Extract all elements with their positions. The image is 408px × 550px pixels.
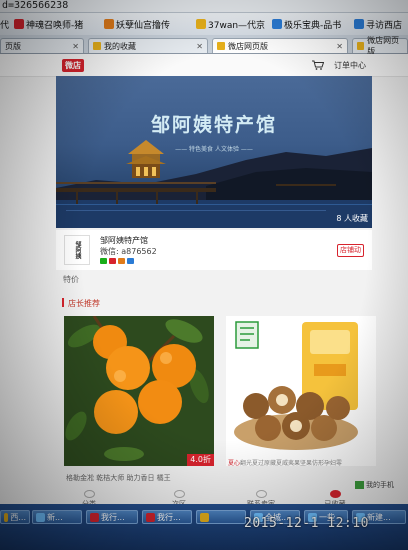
qq-icon[interactable] — [127, 258, 134, 264]
taskbar-item[interactable]: 新... — [32, 510, 82, 524]
product-card[interactable]: 4.0折 — [64, 316, 214, 466]
product-caption[interactable]: 格勒金凇 乾桔大师 助力香日 橘王 — [66, 473, 171, 483]
section-marker — [62, 298, 64, 307]
photo-timestamp: 2015-12-1 12:10 — [244, 516, 369, 531]
page: 微店 订单中心 邹阿姨特产馆 —— 特色美食 人文体验 —— 8 人收藏 邹阿姨… — [0, 54, 408, 508]
tab-favicon — [217, 42, 225, 50]
taskbar-label: 我行... — [157, 512, 181, 522]
tab-favicon — [93, 42, 101, 50]
share-icon[interactable] — [118, 258, 125, 264]
product-caption[interactable]: 夏心翻光夏过原藏夏威夷果坚果仿形孕妇零 — [228, 460, 368, 467]
tab-label: 我的收藏 — [104, 41, 136, 51]
bookmark-label: 神魂召唤师-猪 — [26, 20, 84, 31]
bookmark-label: 妖孽仙宫撸传 — [116, 20, 171, 31]
app-icon — [4, 512, 9, 522]
bookmark-item[interactable]: 极乐宝典-品书 — [272, 17, 341, 31]
taskbar-item[interactable]: 我行... — [142, 510, 192, 524]
bookmark-label: 寻访西店 — [366, 20, 403, 31]
shop-news-button[interactable]: 店铺动 — [337, 244, 364, 257]
shop-name: 邹阿姨特产馆 — [100, 236, 148, 245]
shop-profile: 邹阿姨 邹阿姨特产馆 微信: a876562 店铺动 — [56, 230, 372, 270]
bookmark-icon — [354, 19, 364, 29]
taskbar-item[interactable] — [196, 510, 246, 524]
bookmark-icon — [272, 19, 282, 29]
recommend-title: 店长推荐 — [68, 299, 100, 308]
bookmark-icon — [104, 19, 114, 29]
region-icon — [173, 490, 185, 498]
wechat-id: 微信: a876562 — [100, 247, 157, 256]
close-icon[interactable]: ✕ — [72, 42, 79, 51]
bookmark-label: 极乐宝典-品书 — [284, 20, 342, 31]
screen: d=326566238 代 神魂召唤师-猪 妖孽仙宫撸传 37wan—代京 极乐… — [0, 0, 408, 550]
tab-item[interactable]: 微店网页版 — [352, 36, 408, 56]
discount-badge: 4.0折 — [187, 454, 214, 466]
bookmark-item[interactable]: 代 — [0, 17, 9, 31]
orange-image — [64, 316, 214, 466]
my-mobile-link[interactable]: 我的手机 — [355, 480, 394, 490]
bookmark-label: 37wan—代京 — [208, 20, 266, 31]
avatar-text: 邹阿姨 — [74, 241, 81, 259]
taskbar-label: 新建... — [367, 512, 391, 522]
banner-subtitle: —— 特色美食 人文体验 —— — [175, 146, 253, 153]
address-bar[interactable]: d=326566238 — [0, 0, 408, 13]
wechat-icon[interactable] — [100, 258, 107, 264]
close-icon[interactable]: ✕ — [196, 42, 203, 51]
favorites-count: 8 人收藏 — [336, 214, 368, 223]
taskbar-label: 新... — [47, 512, 63, 522]
shop-banner: 邹阿姨特产馆 —— 特色美食 人文体验 —— 8 人收藏 — [56, 76, 372, 228]
bookmark-icon — [14, 19, 24, 29]
caption-text: 翻光夏过原藏夏威夷果坚果仿形孕妇零 — [240, 460, 343, 467]
weidian-logo[interactable]: 微店 — [62, 59, 84, 72]
weibo-icon[interactable] — [109, 258, 116, 264]
tab-label: 页版 — [5, 41, 21, 51]
bookmark-item[interactable]: 37wan—代京 — [196, 17, 265, 31]
bookmark-icon — [196, 19, 206, 29]
tab-item-active[interactable]: 微店网页版 ✕ — [212, 38, 348, 53]
tab-item[interactable]: 页版 ✕ — [0, 38, 84, 53]
category-icon — [83, 490, 95, 498]
order-center-link[interactable]: 订单中心 — [334, 60, 366, 71]
app-icon — [36, 512, 45, 522]
address-text: d=326566238 — [2, 0, 69, 11]
taskbar-label: 西... — [10, 512, 26, 522]
app-icon — [90, 512, 99, 522]
app-icon — [200, 512, 209, 522]
tab-favicon — [357, 42, 365, 50]
macadamia-image — [226, 316, 376, 466]
bookmark-label: 代 — [0, 20, 10, 31]
taskbar-label: 我行... — [101, 512, 125, 522]
bookmark-item[interactable]: 妖孽仙宫撸传 — [104, 17, 170, 31]
bookmarks-bar: 代 神魂召唤师-猪 妖孽仙宫撸传 37wan—代京 极乐宝典-品书 寻访西店 — [0, 13, 408, 36]
product-card[interactable] — [226, 316, 376, 466]
chat-icon — [255, 490, 267, 498]
tab-label: 微店网页版 — [228, 41, 268, 51]
taskbar-item[interactable]: 我行... — [86, 510, 138, 524]
bookmark-item[interactable]: 神魂召唤师-猪 — [14, 17, 83, 31]
bookmark-item[interactable]: 寻访西店 — [354, 17, 402, 31]
special-price-label: 特价 — [63, 275, 79, 284]
close-icon[interactable]: ✕ — [336, 42, 343, 51]
recommend-header: 店长推荐 — [56, 296, 372, 310]
phone-icon — [355, 481, 364, 489]
taskbar-item[interactable]: 西... — [0, 510, 30, 524]
cart-icon[interactable] — [312, 60, 324, 70]
shop-header: 微店 订单中心 — [0, 54, 408, 77]
app-icon — [146, 512, 155, 522]
tab-strip: 页版 ✕ 我的收藏 ✕ 微店网页版 ✕ 微店网页版 — [0, 35, 408, 56]
mobile-label: 我的手机 — [366, 481, 394, 489]
caption-highlight: 夏心 — [228, 460, 241, 467]
shop-avatar[interactable]: 邹阿姨 — [64, 235, 90, 265]
heart-icon — [329, 490, 341, 498]
tab-item[interactable]: 我的收藏 ✕ — [88, 38, 208, 53]
banner-title: 邹阿姨特产馆 — [150, 114, 277, 136]
